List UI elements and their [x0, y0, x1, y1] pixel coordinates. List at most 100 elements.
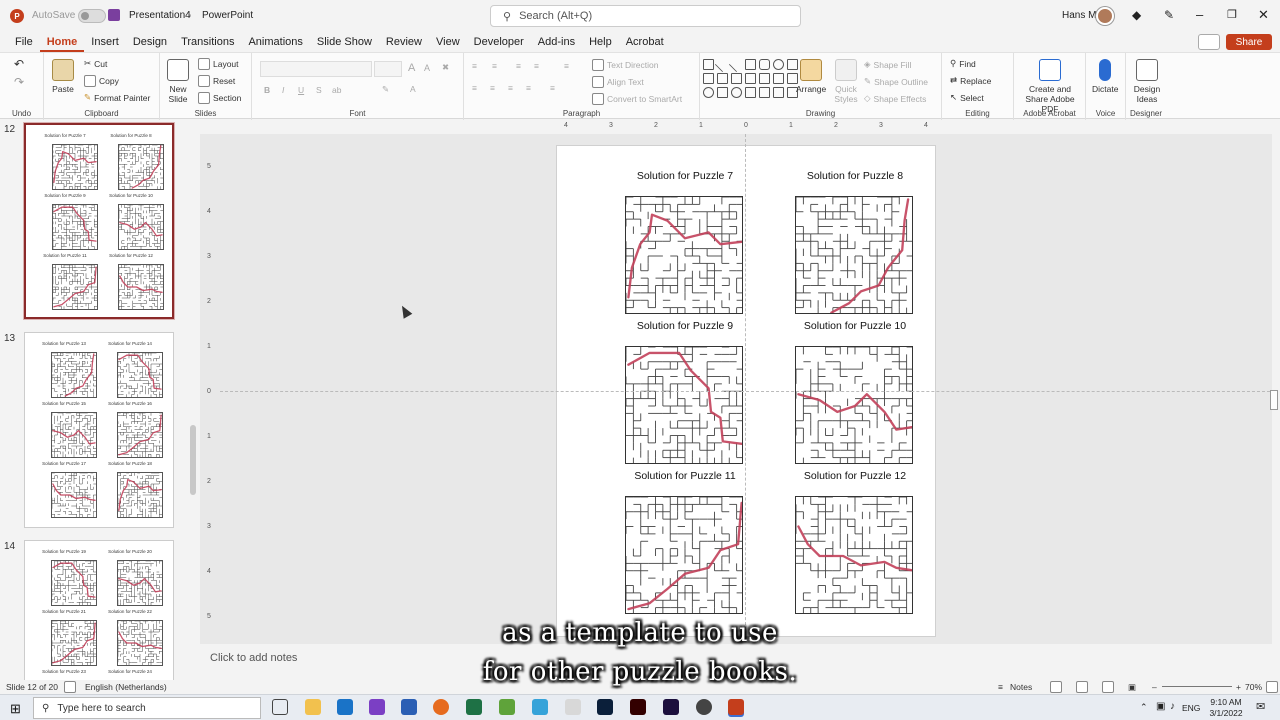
notes-toggle-icon[interactable]: ≡: [998, 682, 1003, 692]
taskbar-search-input[interactable]: ⚲ Type here to search: [33, 697, 261, 719]
excel-icon[interactable]: [466, 699, 482, 715]
close-button[interactable]: ✕: [1258, 7, 1269, 23]
undo-icon[interactable]: ↶: [14, 57, 24, 71]
reading-view-icon[interactable]: [1102, 681, 1114, 693]
grow-font-button[interactable]: A: [408, 62, 415, 74]
align-right-icon[interactable]: ≡: [508, 83, 513, 93]
language-status[interactable]: English (Netherlands): [85, 682, 167, 692]
align-text-button[interactable]: Align Text: [592, 76, 644, 88]
puzzle-title[interactable]: Solution for Puzzle 8: [780, 170, 930, 182]
tab-review[interactable]: Review: [379, 32, 429, 52]
clear-format-icon[interactable]: ✖: [442, 62, 449, 73]
line-spacing-icon[interactable]: ≡: [564, 61, 569, 71]
save-icon[interactable]: [108, 9, 120, 21]
word-icon[interactable]: [401, 699, 417, 715]
indent-icon[interactable]: ≡: [516, 61, 521, 71]
tab-home[interactable]: Home: [39, 32, 85, 52]
font-color-icon[interactable]: A: [410, 84, 416, 94]
dictate-button[interactable]: Dictate: [1092, 59, 1118, 94]
tab-slide-show[interactable]: Slide Show: [310, 32, 379, 52]
shape-down-arrow-icon[interactable]: [759, 73, 770, 84]
slide-sorter-icon[interactable]: [1076, 681, 1088, 693]
tab-animations[interactable]: Animations: [241, 32, 309, 52]
bullets-icon[interactable]: ≡: [472, 61, 477, 71]
tab-transitions[interactable]: Transitions: [174, 32, 241, 52]
network-icon[interactable]: ▣: [1156, 701, 1165, 712]
shape-brace-icon[interactable]: [745, 87, 756, 98]
bold-button[interactable]: B: [264, 85, 270, 95]
shape-triangle-icon[interactable]: [703, 73, 714, 84]
shape-rounded-icon[interactable]: [759, 59, 770, 70]
accessibility-icon[interactable]: [64, 681, 76, 693]
pen-icon[interactable]: ✎: [1164, 8, 1174, 22]
volume-icon[interactable]: ♪: [1170, 701, 1175, 712]
puzzle-title[interactable]: Solution for Puzzle 7: [610, 170, 760, 182]
convert-smartart-button[interactable]: Convert to SmartArt: [592, 93, 682, 105]
task-view-icon[interactable]: [272, 699, 288, 715]
shape-freeform-icon[interactable]: [717, 87, 728, 98]
font-size-box[interactable]: [374, 61, 402, 77]
firefox-icon[interactable]: [433, 699, 449, 715]
shape-arrow2-icon[interactable]: [745, 73, 756, 84]
slide-thumbnail[interactable]: Solution for Puzzle 13 Solution for Puzzl…: [24, 332, 174, 528]
illustrator-icon[interactable]: [630, 699, 646, 715]
puzzle-title[interactable]: Solution for Puzzle 12: [780, 470, 930, 482]
shape-line2-icon[interactable]: [728, 56, 745, 73]
text-direction-button[interactable]: Text Direction: [592, 59, 659, 71]
new-slide-button[interactable]: New Slide: [166, 59, 190, 104]
file-explorer-icon[interactable]: [305, 699, 321, 715]
align-center-icon[interactable]: ≡: [490, 83, 495, 93]
minimize-button[interactable]: –: [1196, 7, 1203, 22]
highlight-icon[interactable]: ✎: [382, 84, 389, 95]
tab-add-ins[interactable]: Add-ins: [531, 32, 582, 52]
search-input[interactable]: ⚲ Search (Alt+Q): [490, 5, 801, 27]
shape-brace2-icon[interactable]: [759, 87, 770, 98]
cut-button[interactable]: ✂ Cut: [84, 58, 107, 69]
columns-icon[interactable]: ≡: [550, 83, 555, 93]
maze-solution-image[interactable]: [795, 496, 913, 614]
tab-design[interactable]: Design: [126, 32, 174, 52]
notifications-icon[interactable]: ✉: [1256, 700, 1265, 713]
redo-icon[interactable]: ↷: [14, 75, 24, 89]
app-icon-blue[interactable]: [532, 699, 548, 715]
windows-start-icon[interactable]: ⊞: [10, 701, 21, 717]
maze-solution-image[interactable]: [795, 346, 913, 464]
shape-fill-button[interactable]: ◈ Shape Fill: [864, 59, 911, 70]
shape-arc-icon[interactable]: [731, 87, 742, 98]
shape-arrow-icon[interactable]: [731, 73, 742, 84]
maze-solution-image[interactable]: [625, 496, 743, 614]
zoom-slider[interactable]: [1162, 686, 1232, 687]
shapes-gallery[interactable]: [703, 56, 798, 99]
numbering-icon[interactable]: ≡: [492, 61, 497, 71]
shadow-button[interactable]: ab: [332, 85, 341, 95]
visual-studio-icon[interactable]: [369, 699, 385, 715]
shape-star-icon[interactable]: [773, 87, 784, 98]
shape-elbow-icon[interactable]: [717, 73, 728, 84]
share-button[interactable]: Share: [1226, 34, 1272, 50]
tab-help[interactable]: Help: [582, 32, 619, 52]
maze-solution-image[interactable]: [625, 346, 743, 464]
zoom-out-button[interactable]: –: [1152, 682, 1157, 692]
find-button[interactable]: ⚲ Find: [950, 58, 976, 69]
recorder-icon[interactable]: [696, 699, 712, 715]
language-indicator[interactable]: ENG: [1182, 703, 1200, 713]
thumbnail-scrollbar[interactable]: [190, 425, 196, 495]
shape-block-icon[interactable]: [773, 73, 784, 84]
diamond-icon[interactable]: ◆: [1132, 8, 1141, 22]
tab-view[interactable]: View: [429, 32, 467, 52]
tab-insert[interactable]: Insert: [84, 32, 126, 52]
strikethrough-button[interactable]: S: [316, 85, 322, 95]
shrink-font-button[interactable]: A: [424, 63, 430, 73]
underline-button[interactable]: U: [298, 85, 304, 95]
shape-outline-button[interactable]: ✎ Shape Outline: [864, 76, 928, 87]
zoom-level[interactable]: 70%: [1245, 682, 1262, 692]
format-painter-button[interactable]: ✎ Format Painter: [84, 92, 150, 103]
app-icon-gray[interactable]: [565, 699, 581, 715]
create-share-pdf-button[interactable]: Create and Share Adobe PDF: [1018, 59, 1082, 114]
slide-thumbnail[interactable]: Solution for Puzzle 19 Solution for Puzzl…: [24, 540, 174, 680]
tab-file[interactable]: File: [8, 32, 40, 52]
maze-solution-image[interactable]: [625, 196, 743, 314]
paste-button[interactable]: Paste: [52, 59, 74, 94]
arrange-button[interactable]: Arrange: [796, 59, 826, 94]
puzzle-title[interactable]: Solution for Puzzle 9: [610, 320, 760, 332]
